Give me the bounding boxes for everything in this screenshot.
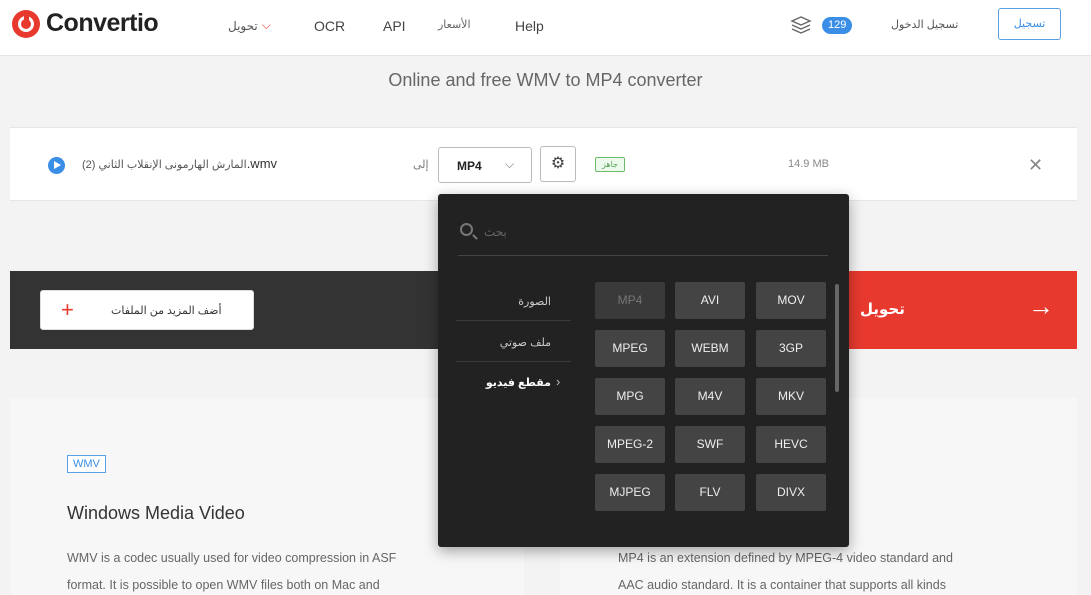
category-video[interactable]: › مقطع فيديو — [456, 362, 571, 402]
category-image[interactable]: الصورة — [456, 281, 571, 321]
format-option-swf[interactable]: SWF — [675, 426, 745, 463]
format-option-mpeg2[interactable]: MPEG-2 — [595, 426, 665, 463]
arrow-right-icon: → — [1028, 291, 1054, 321]
play-icon[interactable] — [48, 157, 65, 174]
description-line: format. It is possible to open WMV files… — [67, 578, 380, 592]
add-more-label: أضف المزيد من الملفات — [111, 305, 222, 317]
description-line: AAC audio standard. It is a container th… — [618, 578, 946, 592]
format-option-mpeg[interactable]: MPEG — [595, 330, 665, 367]
category-label: الصورة — [518, 296, 551, 308]
format-option-3gp[interactable]: 3GP — [756, 330, 826, 367]
category-label: مقطع فيديو — [485, 377, 551, 389]
search-icon — [460, 223, 473, 236]
format-option-flv[interactable]: FLV — [675, 474, 745, 511]
to-label: إلى — [413, 159, 429, 171]
nav-pricing[interactable]: الأسعار — [438, 18, 471, 31]
category-audio[interactable]: ملف صوتي — [456, 322, 571, 362]
credits-badge: 129 — [822, 17, 853, 34]
format-option-webm[interactable]: WEBM — [675, 330, 745, 367]
format-title: Windows Media Video — [67, 503, 245, 523]
format-option-mp4: MP4 — [595, 282, 665, 319]
file-name: المارش الهارمونى الإنقلاب الثاني (2).wmv — [82, 156, 277, 171]
nav-convert-label: تحويل — [228, 18, 258, 33]
file-name-text: المارش الهارمونى الإنقلاب الثاني (2) — [82, 159, 247, 171]
convert-button[interactable]: تحويل → — [848, 271, 1077, 349]
file-extension: .wmv — [246, 156, 278, 171]
login-link[interactable]: تسجيل الدخول — [891, 18, 958, 31]
gear-icon: ⚙ — [550, 155, 566, 172]
format-option-mkv[interactable]: MKV — [756, 378, 826, 415]
format-option-avi[interactable]: AVI — [675, 282, 745, 319]
top-header: Convertio تحويل ⌵ OCR API الأسعار Help 1… — [0, 0, 1091, 56]
nav-convert[interactable]: تحويل ⌵ — [228, 18, 271, 33]
file-size: 14.9 MB — [788, 158, 829, 170]
format-badge: WMV — [67, 455, 106, 473]
category-label: ملف صوتي — [499, 337, 551, 349]
format-option-m4v[interactable]: M4V — [675, 378, 745, 415]
format-option-divx[interactable]: DIVX — [756, 474, 826, 511]
selected-format: MP4 — [457, 159, 482, 173]
description-line: MP4 is an extension defined by MPEG-4 vi… — [618, 551, 953, 565]
format-option-mpg[interactable]: MPG — [595, 378, 665, 415]
chevron-down-icon: ⌵ — [505, 157, 515, 171]
format-search-input[interactable] — [484, 222, 804, 242]
format-search — [458, 216, 828, 256]
file-row: المارش الهارمونى الإنقلاب الثاني (2).wmv… — [10, 127, 1077, 201]
close-icon[interactable]: ✕ — [1028, 155, 1043, 176]
layers-icon[interactable] — [790, 15, 812, 35]
format-option-mov[interactable]: MOV — [756, 282, 826, 319]
description-line: WMV is a codec usually used for video co… — [67, 551, 397, 565]
logo[interactable]: Convertio — [12, 9, 159, 38]
chevron-down-icon: ⌵ — [261, 18, 271, 32]
format-option-mjpeg[interactable]: MJPEG — [595, 474, 665, 511]
nav-ocr[interactable]: OCR — [314, 18, 345, 34]
status-badge: جاهز — [595, 157, 625, 172]
signup-button[interactable]: تسجيل — [998, 8, 1061, 40]
plus-icon: + — [61, 297, 74, 322]
convert-label: تحويل — [860, 301, 905, 318]
add-more-files-button[interactable]: + أضف المزيد من الملفات — [40, 290, 254, 330]
settings-button[interactable]: ⚙ — [540, 146, 576, 182]
format-description-left: WMV is a codec usually used for video co… — [67, 545, 487, 595]
chevron-right-icon: › — [556, 374, 561, 389]
format-description-right: MP4 is an extension defined by MPEG-4 vi… — [618, 545, 1048, 595]
nav-help[interactable]: Help — [515, 18, 544, 34]
format-dropdown: الصورة ملف صوتي › مقطع فيديو MP4 AVI MOV… — [438, 194, 849, 547]
logo-text: Convertio — [46, 9, 159, 37]
page-subtitle: Online and free WMV to MP4 converter — [388, 70, 703, 90]
format-option-hevc[interactable]: HEVC — [756, 426, 826, 463]
nav-api[interactable]: API — [383, 18, 406, 34]
format-select[interactable]: MP4 ⌵ — [438, 147, 532, 183]
convertio-logo-icon — [12, 9, 40, 38]
dropdown-scrollbar[interactable] — [835, 284, 839, 392]
